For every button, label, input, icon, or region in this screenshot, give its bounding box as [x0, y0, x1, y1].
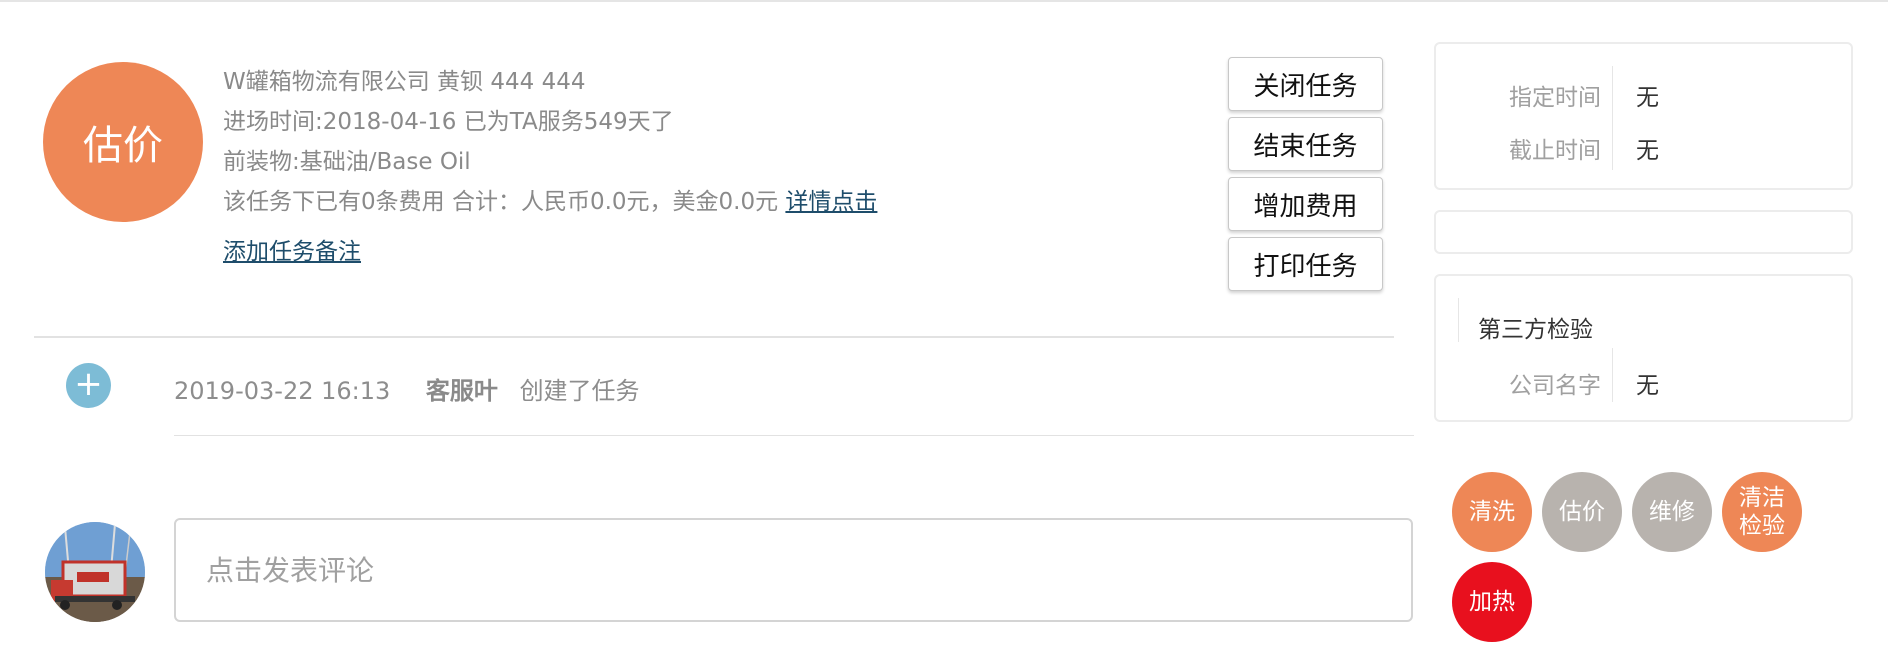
close-task-button[interactable]: 关闭任务 [1228, 57, 1383, 111]
add-fee-button[interactable]: 增加费用 [1228, 177, 1383, 231]
tag-clean-label: 清洗 [1469, 499, 1515, 525]
log-time: 2019-03-22 16:13 [174, 377, 391, 405]
cargo-line: 前装物:基础油/Base Oil [223, 149, 471, 175]
inspection-company-label: 公司名字 [1509, 373, 1601, 399]
assigned-time-row: 指定时间 无 [1436, 70, 1851, 114]
comment-input[interactable] [174, 518, 1413, 622]
tag-repair-label: 维修 [1649, 499, 1695, 525]
assigned-time-value: 无 [1636, 85, 1659, 111]
avatar [45, 522, 145, 622]
log-action: 创建了任务 [519, 377, 640, 405]
activity-log-entry: 2019-03-22 16:13 客服叶 创建了任务 [174, 371, 640, 406]
inspection-panel: 第三方检验 公司名字 无 [1434, 274, 1853, 422]
task-actions: 关闭任务 结束任务 增加费用 打印任务 [1228, 57, 1383, 297]
tag-estimate-label: 估价 [1559, 499, 1605, 525]
inspection-company-value: 无 [1636, 373, 1659, 399]
deadline-row: 截止时间 无 [1436, 123, 1851, 167]
tag-clean-inspection[interactable]: 清洁检验 [1722, 472, 1802, 552]
note-line: 添加任务备注 [223, 234, 877, 274]
deadline-label: 截止时间 [1509, 138, 1601, 164]
inspection-company-row: 公司名字 无 [1436, 358, 1851, 402]
fee-line: 该任务下已有0条费用 合计：人民币0.0元，美金0.0元 详情点击 [223, 184, 877, 224]
tag-estimate[interactable]: 估价 [1542, 472, 1622, 552]
inspection-title-divider [1458, 298, 1459, 342]
task-type-badge: 估价 [43, 62, 203, 222]
tag-clean[interactable]: 清洗 [1452, 472, 1532, 552]
log-divider [174, 435, 1414, 436]
time-panel: 指定时间 无 截止时间 无 [1434, 42, 1853, 190]
empty-panel [1434, 210, 1853, 254]
inspection-title: 第三方检验 [1478, 317, 1593, 343]
tag-clean-inspection-label: 清洁检验 [1739, 485, 1785, 539]
fee-summary: 该任务下已有0条费用 合计：人民币0.0元，美金0.0元 [223, 189, 779, 215]
divider [34, 336, 1394, 338]
top-border [0, 0, 1888, 2]
assigned-time-label: 指定时间 [1509, 85, 1601, 111]
tag-repair[interactable]: 维修 [1632, 472, 1712, 552]
fee-detail-link[interactable]: 详情点击 [785, 189, 877, 215]
entry-time-line: 进场时间:2018-04-16 已为TA服务549天了 [223, 109, 674, 135]
log-user: 客服叶 [425, 377, 498, 405]
finish-task-button[interactable]: 结束任务 [1228, 117, 1383, 171]
task-info: W罐箱物流有限公司 黄钡 444 444 进场时间:2018-04-16 已为T… [223, 64, 877, 274]
tag-heating-label: 加热 [1469, 589, 1515, 615]
deadline-value: 无 [1636, 138, 1659, 164]
tag-heating[interactable]: 加热 [1452, 562, 1532, 642]
plus-icon[interactable]: + [66, 363, 111, 408]
company-line: W罐箱物流有限公司 黄钡 444 444 [223, 69, 586, 95]
add-note-link[interactable]: 添加任务备注 [223, 239, 361, 265]
print-task-button[interactable]: 打印任务 [1228, 237, 1383, 291]
